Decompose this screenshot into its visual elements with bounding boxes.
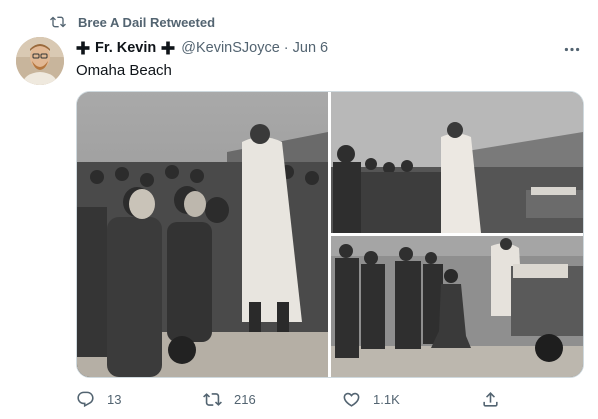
avatar[interactable] <box>16 37 64 85</box>
photo-priest-blessing[interactable] <box>77 92 328 377</box>
user-handle[interactable]: @KevinSJoyce <box>181 40 280 56</box>
photo-soldier-kneeling[interactable] <box>331 236 583 377</box>
display-name[interactable]: Fr. Kevin <box>95 40 156 56</box>
tweet-date[interactable]: Jun 6 <box>293 40 328 56</box>
media-grid <box>76 91 584 378</box>
tweet-actions: 13 216 1.1K <box>76 388 582 410</box>
more-options-button[interactable] <box>562 38 582 58</box>
retweet-icon <box>50 14 66 30</box>
cross-icon <box>161 41 175 55</box>
retweet-count: 216 <box>234 391 256 407</box>
retweet-banner[interactable]: Bree A Dail Retweeted <box>50 12 215 32</box>
reply-count: 13 <box>107 391 122 407</box>
tweet-text: Omaha Beach <box>76 62 172 79</box>
like-icon <box>342 390 361 409</box>
share-button[interactable] <box>481 388 500 410</box>
separator: · <box>283 40 289 56</box>
retweet-banner-text[interactable]: Bree A Dail Retweeted <box>78 15 215 30</box>
retweet-icon <box>203 390 222 409</box>
reply-icon <box>76 390 95 409</box>
retweet-button[interactable]: 216 <box>203 388 256 410</box>
photo-priest-at-altar[interactable] <box>331 92 583 233</box>
cross-icon <box>76 41 90 55</box>
more-icon <box>564 39 580 57</box>
like-count: 1.1K <box>373 391 400 407</box>
tweet-header: Fr. Kevin @KevinSJoyce · Jun 6 <box>76 38 328 58</box>
reply-button[interactable]: 13 <box>76 388 121 410</box>
share-icon <box>481 390 500 409</box>
like-button[interactable]: 1.1K <box>342 388 400 410</box>
